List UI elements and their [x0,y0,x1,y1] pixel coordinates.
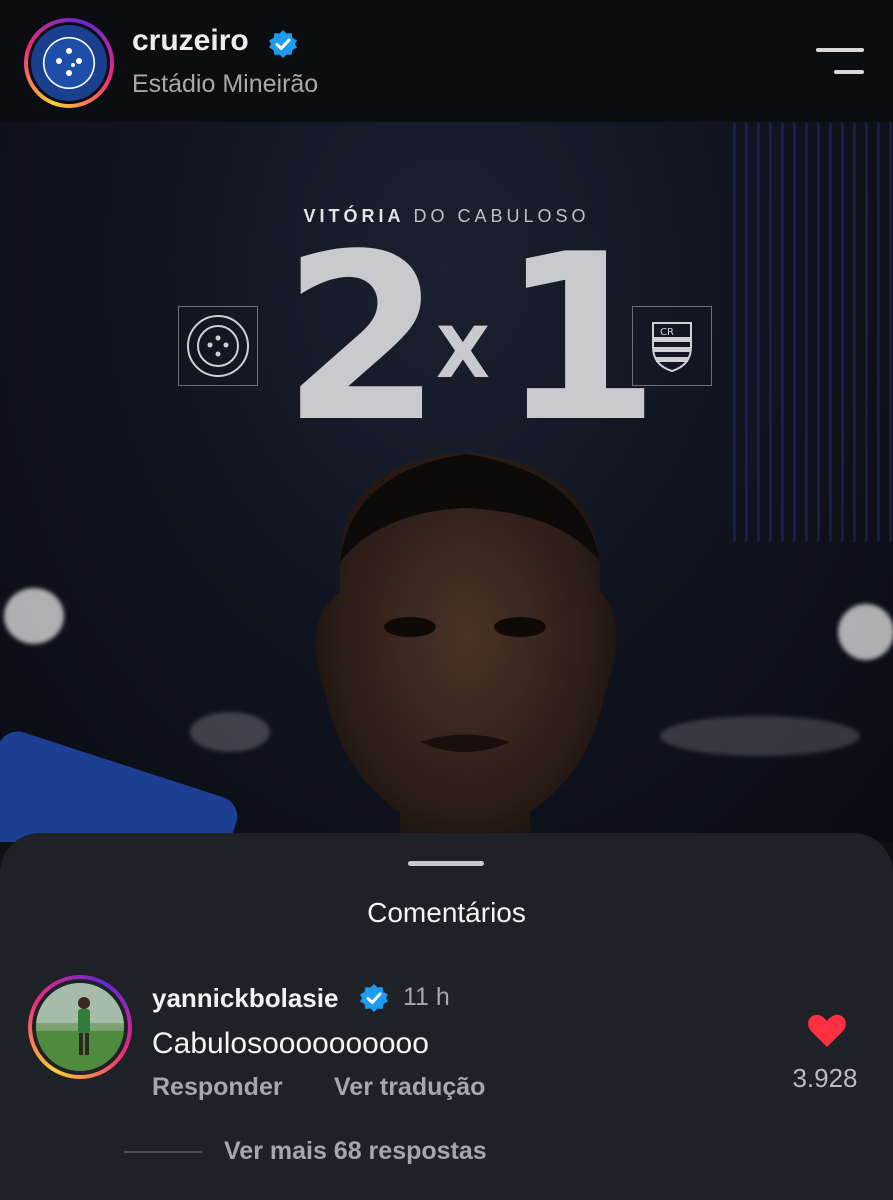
post-headline: VITÓRIA DO CABULOSO [303,206,590,226]
heart-icon[interactable] [807,1013,847,1049]
menu-icon[interactable] [816,48,866,76]
score-separator: X [436,312,490,394]
flamengo-crest-icon: CR [632,306,712,386]
svg-text:CR: CR [660,327,674,338]
replies-divider [124,1151,202,1153]
commenter-avatar[interactable] [28,975,132,1079]
player-photo [315,452,617,842]
verified-badge-icon [269,30,297,58]
post-header: cruzeiro Estádio Mineirão [0,0,893,122]
profile-username[interactable]: cruzeiro [132,24,249,58]
comments-title: Comentários [367,897,526,928]
translate-button[interactable]: Ver tradução [334,1073,485,1102]
cruzeiro-crest-icon [31,25,107,101]
comment-text: Cabulosoooooooooo [152,1027,429,1060]
view-more-replies-button[interactable]: Ver mais 68 respostas [224,1137,487,1166]
profile-avatar[interactable] [24,18,114,108]
like-count: 3.928 [792,1063,858,1093]
cruzeiro-crest-icon [178,306,258,386]
verified-badge-icon [360,984,388,1012]
comment-timestamp: 11 h [403,983,450,1011]
sheet-drag-handle[interactable] [408,861,484,866]
comments-sheet: Comentários yannickbolasie 11 h Cabuloso… [0,833,893,1200]
reply-button[interactable]: Responder [152,1073,283,1102]
comment-username[interactable]: yannickbolasie [152,983,338,1014]
home-score: 2 [282,206,443,473]
post-image[interactable]: VITÓRIA DO CABULOSO 2 X 1 CR [0,122,893,842]
post-location[interactable]: Estádio Mineirão [132,70,318,99]
